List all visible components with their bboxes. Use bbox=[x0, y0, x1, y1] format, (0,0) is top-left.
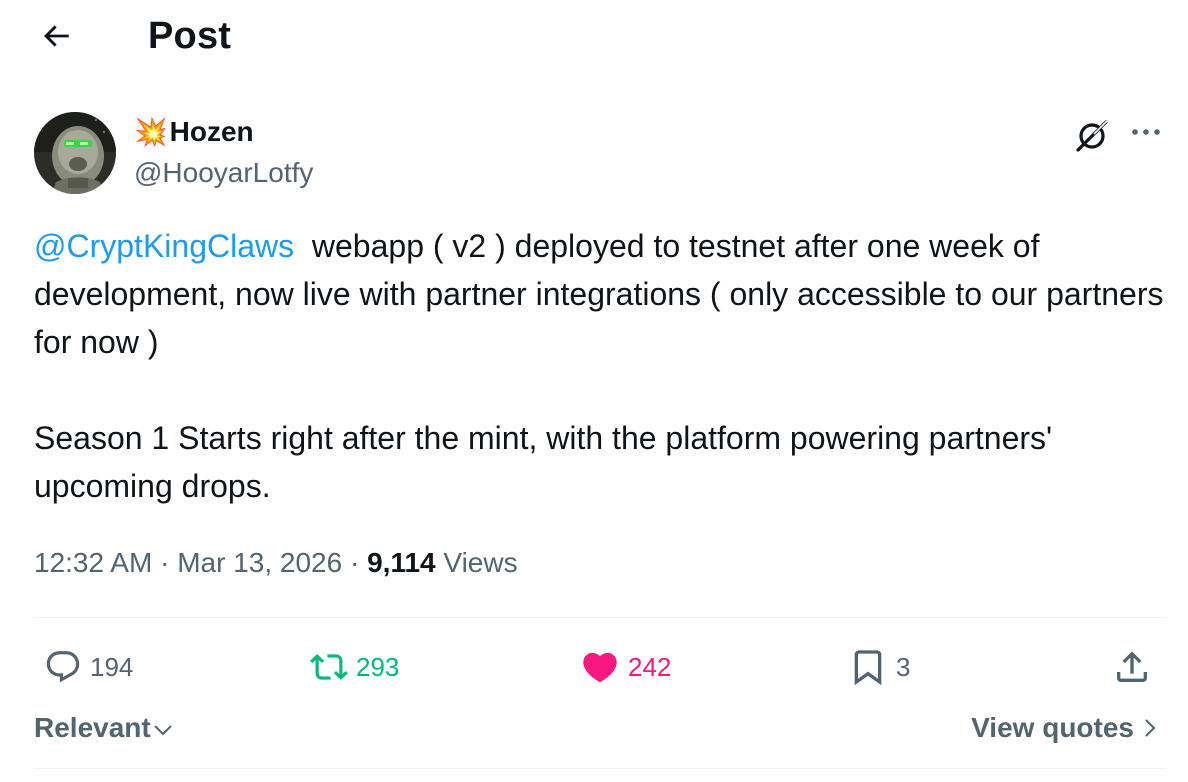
reply-sort-dropdown[interactable]: Relevant bbox=[34, 708, 175, 748]
meta-separator: · bbox=[342, 547, 368, 578]
bookmark-button[interactable]: 3 bbox=[848, 644, 910, 690]
repost-button[interactable]: 293 bbox=[310, 644, 399, 690]
top-bar: Post bbox=[0, 0, 1188, 72]
post-time: 12:32 AM bbox=[34, 547, 153, 578]
mention-link[interactable]: @CryptKingClaws bbox=[34, 228, 294, 264]
repost-icon bbox=[310, 654, 348, 680]
back-button[interactable] bbox=[34, 14, 78, 58]
arrow-left-icon bbox=[44, 25, 69, 47]
repost-count: 293 bbox=[356, 652, 400, 682]
share-button[interactable] bbox=[1112, 644, 1152, 690]
grok-button[interactable] bbox=[1070, 114, 1114, 158]
more-options-button[interactable] bbox=[1124, 114, 1168, 150]
chevron-down-icon bbox=[154, 725, 172, 736]
avatar-image bbox=[34, 112, 116, 194]
post-meta: 12:32 AM · Mar 13, 2026 · 9,114 Views bbox=[34, 544, 518, 582]
author-display-name: Hozen bbox=[169, 116, 254, 147]
reply-count: 194 bbox=[90, 652, 134, 682]
divider bbox=[34, 768, 1166, 769]
view-quotes-label: View quotes bbox=[971, 712, 1134, 743]
views-link[interactable]: 9,114 Views bbox=[367, 547, 518, 578]
reply-icon bbox=[46, 651, 80, 683]
heart-icon bbox=[583, 652, 617, 683]
author-handle[interactable]: @HooyarLotfy bbox=[134, 156, 313, 190]
post-text: @CryptKingClaws webapp ( v2 ) deployed t… bbox=[34, 222, 1164, 510]
post-date: Mar 13, 2026 bbox=[177, 547, 343, 578]
more-horizontal-icon bbox=[1132, 129, 1160, 135]
chevron-right-icon bbox=[1145, 719, 1156, 737]
share-icon bbox=[1117, 651, 1147, 682]
reply-button[interactable]: 194 bbox=[44, 644, 133, 690]
author-name[interactable]: 💥 Hozen bbox=[134, 114, 254, 150]
divider bbox=[34, 617, 1166, 618]
grok-icon bbox=[1076, 120, 1108, 152]
avatar[interactable] bbox=[34, 112, 116, 194]
bookmark-count: 3 bbox=[896, 652, 911, 682]
views-label: Views bbox=[435, 547, 518, 578]
like-count: 242 bbox=[628, 652, 672, 682]
post-paragraph-2: Season 1 Starts right after the mint, wi… bbox=[34, 420, 1053, 504]
views-count: 9,114 bbox=[367, 547, 436, 578]
bookmark-icon bbox=[854, 650, 882, 686]
view-quotes-link[interactable]: View quotes bbox=[971, 708, 1162, 748]
post-timestamp[interactable]: 12:32 AM · Mar 13, 2026 bbox=[34, 547, 342, 578]
meta-separator: · bbox=[152, 547, 178, 578]
like-button[interactable]: 242 bbox=[580, 644, 671, 690]
collision-emoji-icon: 💥 bbox=[134, 117, 168, 147]
sort-label: Relevant bbox=[34, 712, 151, 743]
post-paragraph-1: @CryptKingClaws webapp ( v2 ) deployed t… bbox=[34, 222, 1164, 366]
page-title: Post bbox=[148, 15, 232, 57]
